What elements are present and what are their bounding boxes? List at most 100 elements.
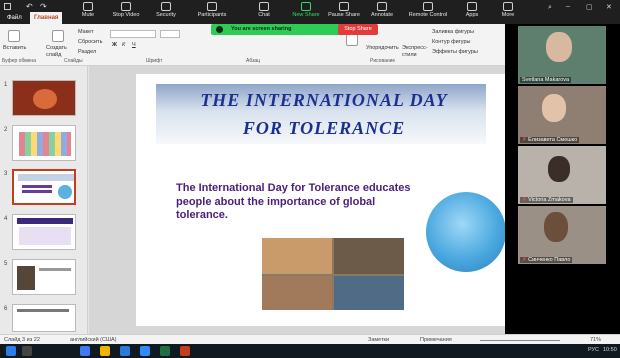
participant-tile[interactable]: Svetlana Makarova	[518, 26, 606, 84]
maximize-icon[interactable]: ▢	[586, 3, 593, 11]
new-slide-button[interactable]: Создать слайд	[46, 45, 76, 59]
pause-icon	[339, 2, 349, 11]
zoom-level[interactable]: 71%	[590, 337, 601, 343]
thumbnail-number: 4	[4, 216, 8, 222]
ellipsis-icon	[503, 2, 513, 11]
participant-tile[interactable]: ✗ Елизавета Смешко	[518, 86, 606, 144]
more-button[interactable]: More	[486, 2, 530, 24]
thumbnail-number: 6	[4, 306, 8, 312]
security-button[interactable]: Security	[144, 2, 188, 24]
underline-button[interactable]: Ч	[132, 42, 136, 48]
photo-tile	[262, 238, 332, 274]
redo-icon[interactable]: ↷	[40, 2, 47, 11]
save-icon[interactable]	[4, 3, 11, 10]
participant-name-label: ✗ Синченко Павло	[520, 257, 573, 263]
zoom-slider[interactable]	[480, 340, 560, 341]
apps-grid-icon	[467, 2, 477, 11]
tab-home[interactable]: Главная	[30, 12, 63, 24]
keyboard-language[interactable]: РУС	[588, 347, 599, 353]
microphone-icon	[83, 2, 93, 11]
slide-thumbnails-panel: 1 2 3 4 5 6	[0, 66, 88, 334]
chat-button[interactable]: Chat	[242, 2, 286, 24]
undo-icon[interactable]: ↶	[26, 2, 33, 11]
slide-body-text: The International Day for Tolerance educ…	[176, 182, 411, 221]
slide-counter: Слайд 3 из 22	[4, 337, 40, 343]
participant-video	[546, 32, 572, 62]
stop-share-button[interactable]: Stop Share	[338, 24, 378, 35]
font-size-field[interactable]	[160, 30, 180, 38]
close-icon[interactable]: ✕	[606, 3, 612, 11]
arrange-button[interactable]: Упорядочить	[366, 45, 399, 52]
slide-title-line-1: THE INTERNATIONAL DAY	[200, 90, 448, 110]
section-button[interactable]: Раздел	[78, 49, 96, 55]
muted-microphone-icon: ✗	[522, 197, 527, 203]
globe-with-people-image	[426, 192, 506, 272]
slide-thumbnail-4[interactable]	[12, 214, 76, 250]
stop-video-button[interactable]: Stop Video	[104, 2, 148, 24]
slide-thumbnail-5[interactable]	[12, 259, 76, 295]
word-cloud-image	[19, 132, 71, 156]
shape-fill-button[interactable]: Заливка фигуры	[432, 29, 474, 35]
notes-button[interactable]: Заметки	[368, 337, 389, 343]
layout-button[interactable]: Макет	[78, 29, 94, 35]
reset-button[interactable]: Сбросить	[78, 39, 102, 45]
participant-video-panel: Svetlana Makarova ✗ Елизавета Смешко ✗ V…	[505, 24, 620, 334]
quick-styles-button[interactable]: Экспресс-стили	[402, 45, 432, 59]
italic-button[interactable]: К	[122, 42, 125, 48]
browser-icon[interactable]	[120, 346, 130, 356]
thumbnail-globe	[58, 185, 72, 199]
thumbnail-number: 3	[4, 171, 8, 177]
slide-title-line-2: FOR TOLERANCE	[242, 118, 406, 138]
shape-outline-button[interactable]: Контур фигуры	[432, 39, 470, 45]
paste-button[interactable]: Вставить	[3, 45, 26, 51]
participant-tile[interactable]: ✗ Victoria Zmakova	[518, 146, 606, 204]
thumbnail-number: 5	[4, 261, 8, 267]
font-name-field[interactable]	[110, 30, 156, 38]
comments-button[interactable]: Примечания	[420, 337, 452, 343]
minimize-icon[interactable]: –	[566, 3, 570, 10]
participant-name: Svetlana Makarova	[520, 77, 572, 83]
slide-thumbnail-2[interactable]	[12, 125, 76, 161]
annotate-button[interactable]: Annotate	[360, 2, 404, 24]
participant-name-label: ✗ Елизавета Смешко	[520, 137, 580, 143]
clock: 10:50	[603, 347, 617, 353]
shapes-icon[interactable]	[346, 34, 358, 46]
share-status-icon	[216, 26, 223, 33]
thumbnail-image	[33, 89, 57, 109]
drawing-group-label: Рисование	[370, 58, 396, 64]
participant-name: Елизавета Смешко	[528, 137, 578, 143]
slide-thumbnail-3[interactable]	[12, 169, 76, 205]
chat-bubble-icon	[259, 2, 269, 11]
video-camera-icon	[121, 2, 131, 11]
slide-thumbnail-6[interactable]	[12, 304, 76, 332]
zoom-app-icon[interactable]	[80, 346, 90, 356]
powerpoint-icon[interactable]	[180, 346, 190, 356]
skype-icon[interactable]	[140, 346, 150, 356]
zoom-toolbar: Mute Stop Video Security Participants Ch…	[0, 0, 620, 24]
bold-button[interactable]: Ж	[112, 42, 117, 48]
paste-icon[interactable]	[8, 30, 20, 42]
windows-start-icon[interactable]	[6, 346, 16, 356]
people-icon	[207, 2, 217, 11]
tab-file[interactable]: Файл	[3, 12, 26, 24]
thumbnail-text-line	[22, 185, 52, 188]
participants-button[interactable]: Participants	[190, 2, 234, 24]
current-slide[interactable]: THE INTERNATIONAL DAY FOR TOLERANCE The …	[136, 74, 512, 326]
slides-group-label: Слайды	[64, 58, 83, 64]
file-explorer-icon[interactable]	[100, 346, 110, 356]
thumbnail-number: 2	[4, 127, 8, 133]
excel-icon[interactable]	[160, 346, 170, 356]
participant-tile[interactable]: ✗ Синченко Павло	[518, 206, 606, 264]
font-group-label: Шрифт	[146, 58, 163, 64]
search-icon[interactable]	[22, 346, 32, 356]
participant-video	[544, 212, 568, 242]
shape-effects-button[interactable]: Эффекты фигуры	[432, 49, 478, 55]
new-slide-icon[interactable]	[52, 30, 64, 42]
thumbnail-number: 1	[4, 82, 8, 88]
thumbnail-text-line	[22, 190, 52, 193]
thumbnail-title-band	[18, 174, 74, 181]
language-indicator[interactable]: английский (США)	[70, 337, 117, 343]
remote-control-button[interactable]: Remote Control	[402, 2, 454, 24]
search-icon[interactable]: ⌕	[548, 4, 552, 12]
slide-thumbnail-1[interactable]	[12, 80, 76, 116]
